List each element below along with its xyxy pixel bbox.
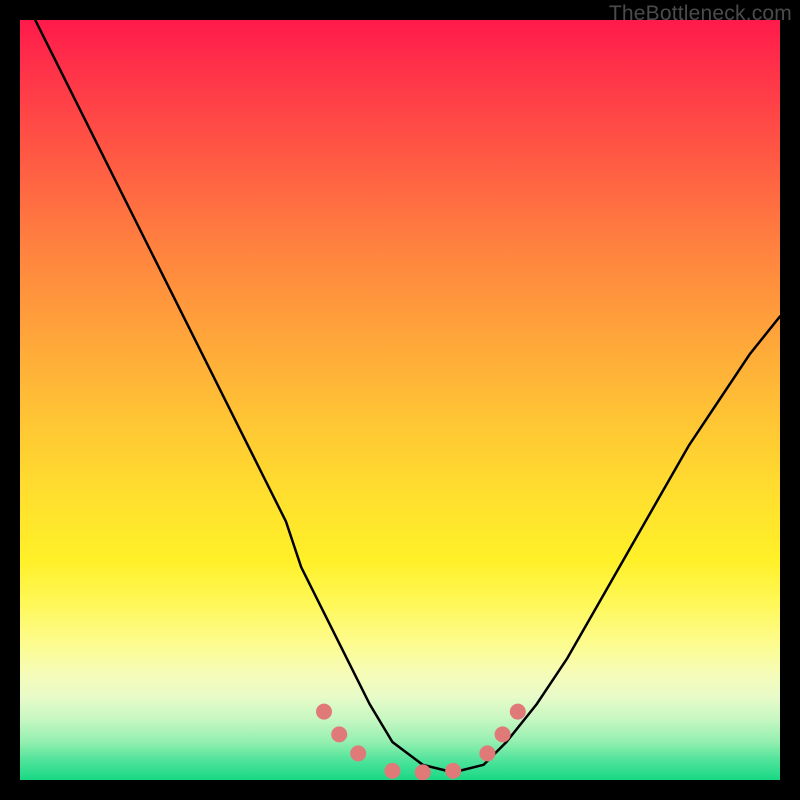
- chart-svg: [20, 20, 780, 780]
- marker-bottom-3: [445, 763, 461, 779]
- marker-group: [316, 704, 526, 780]
- plot-area: [20, 20, 780, 780]
- marker-bottom-1: [384, 763, 400, 779]
- curve-group: [20, 20, 780, 772]
- bottleneck-curve: [20, 20, 780, 772]
- marker-bottom-2: [415, 764, 431, 780]
- watermark-text: TheBottleneck.com: [609, 2, 792, 26]
- marker-right-2: [495, 726, 511, 742]
- marker-left-1: [316, 704, 332, 720]
- marker-left-2: [331, 726, 347, 742]
- marker-right-3: [510, 704, 526, 720]
- marker-right-1: [479, 745, 495, 761]
- chart-frame: TheBottleneck.com: [0, 0, 800, 800]
- marker-left-3: [350, 745, 366, 761]
